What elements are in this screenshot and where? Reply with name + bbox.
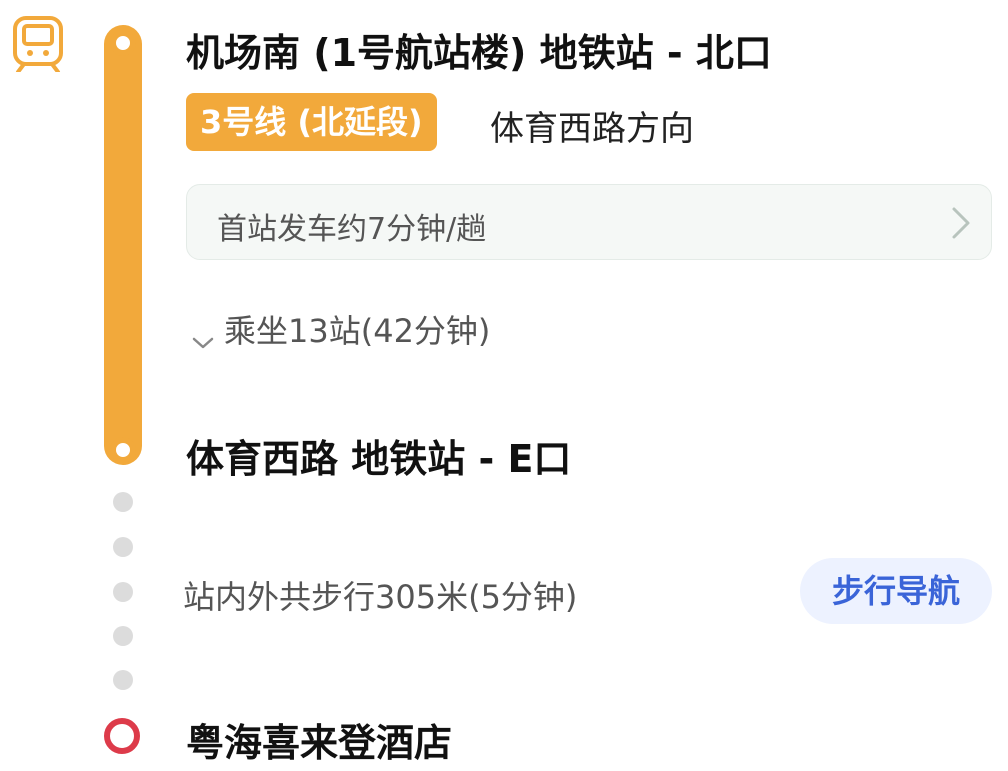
alight-station-marker [110, 437, 136, 463]
line-badge: 3号线 (北延段) [186, 93, 437, 151]
walk-path-dot [113, 492, 133, 512]
walk-navigation-button[interactable]: 步行导航 [800, 558, 992, 624]
board-station-marker [110, 30, 136, 56]
metro-route-line [104, 25, 142, 465]
ride-info-text: 乘坐13站(42分钟) [224, 312, 491, 350]
walk-path-dot [113, 670, 133, 690]
chevron-right-icon [949, 203, 973, 243]
chevron-down-icon [190, 323, 216, 349]
ride-info-toggle[interactable]: 乘坐13站(42分钟) [190, 306, 490, 352]
walk-path-dot [113, 626, 133, 646]
board-station-title: 机场南 (1号航站楼) 地铁站 - 北口 [186, 31, 772, 75]
metro-train-icon [10, 16, 66, 74]
frequency-card[interactable]: 首站发车约7分钟/趟 [186, 184, 992, 260]
direction-text: 体育西路方向 [490, 109, 694, 149]
frequency-text: 首站发车约7分钟/趟 [217, 212, 487, 247]
walk-path-dot [113, 582, 133, 602]
destination-title: 粤海喜来登酒店 [186, 721, 453, 765]
walk-path-dot [113, 537, 133, 557]
walk-info-text: 站内外共步行305米(5分钟) [183, 578, 578, 616]
destination-marker [104, 718, 140, 754]
alight-station-title: 体育西路 地铁站 - E口 [186, 437, 572, 481]
